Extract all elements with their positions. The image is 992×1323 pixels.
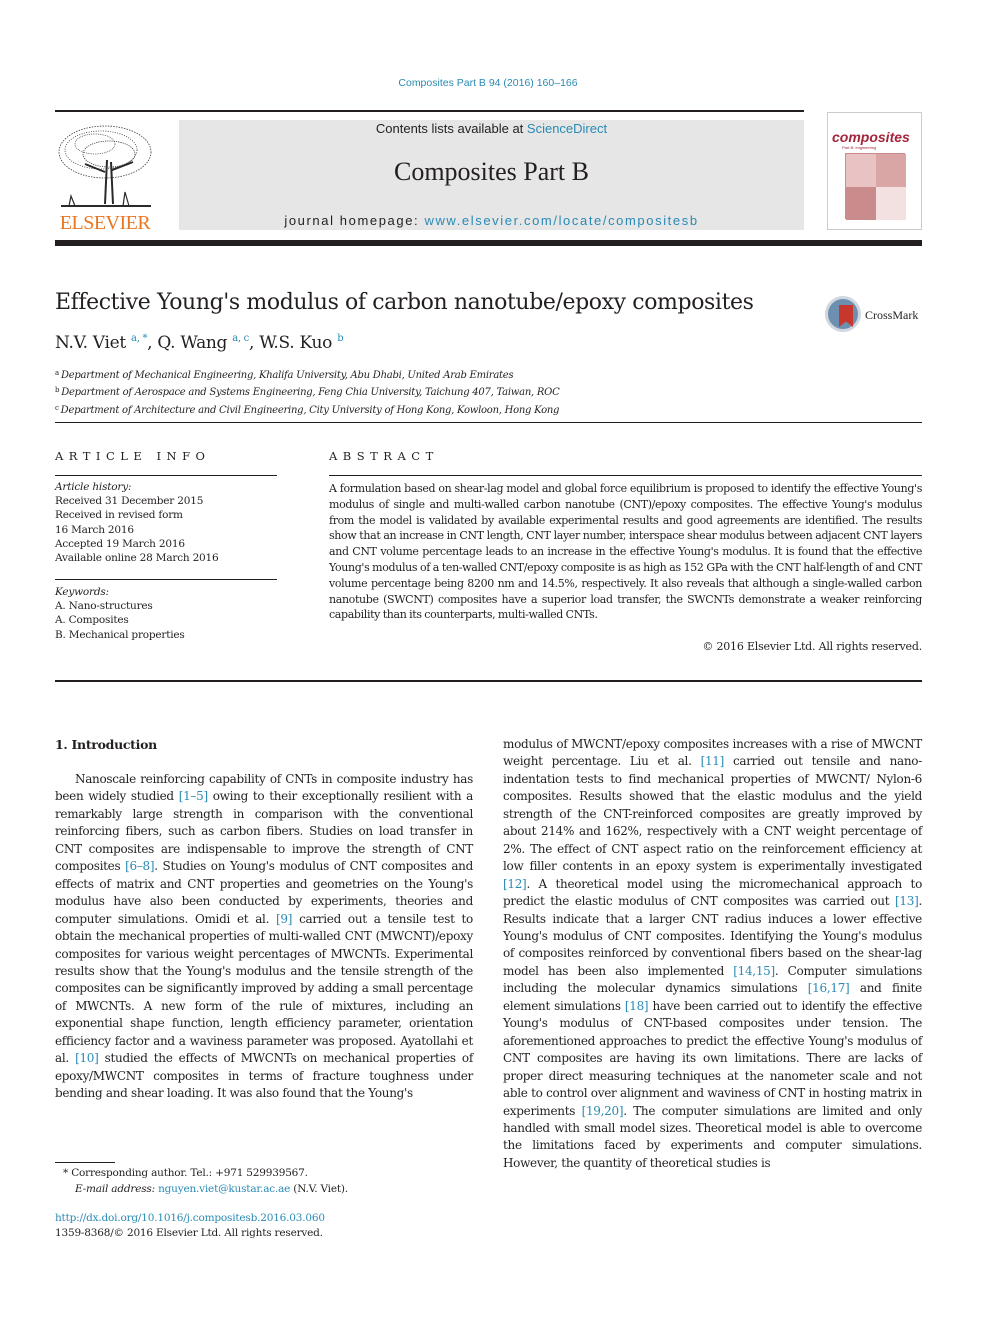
footnote-rule (55, 1162, 115, 1163)
homepage-link[interactable]: www.elsevier.com/locate/compositesb (424, 213, 698, 228)
author-affil-mark[interactable]: b (337, 333, 343, 344)
corresponding-author-note: * Corresponding author. Tel.: +971 52993… (63, 1167, 308, 1179)
abstract-text: A formulation based on shear-lag model a… (329, 482, 922, 622)
citation-link[interactable]: [11] (701, 754, 725, 768)
cover-image (845, 153, 906, 220)
keywords: Keywords: A. Nano-structures A. Composit… (55, 585, 185, 642)
citation-link[interactable]: [13] (895, 894, 919, 908)
sciencedirect-link[interactable]: ScienceDirect (527, 121, 607, 136)
affiliation: c Department of Architecture and Civil En… (55, 403, 560, 416)
body-text: have been carried out to identify the ef… (503, 998, 923, 1118)
body-text: carried out a tensile test to obtain the… (55, 911, 473, 1066)
citation-link[interactable]: [9] (276, 912, 292, 926)
header-rule (55, 110, 804, 112)
divider (329, 475, 922, 476)
author-affil-mark[interactable]: a, c (232, 333, 249, 344)
divider (55, 680, 922, 682)
citation-link[interactable]: [14,15] (733, 964, 775, 978)
citation-link[interactable]: [19,20] (582, 1104, 624, 1118)
article-title: Effective Young's modulus of carbon nano… (55, 290, 754, 315)
doi-block: http://dx.doi.org/10.1016/j.compositesb.… (55, 1211, 325, 1241)
citation-link[interactable]: [18] (625, 999, 649, 1013)
body-column-left: Nanoscale reinforcing capability of CNTs… (55, 771, 473, 1103)
elsevier-wordmark: ELSEVIER (59, 212, 151, 234)
article-info-heading: ARTICLE INFO (55, 449, 211, 463)
email-label: E-mail address: (75, 1183, 159, 1195)
issn-line: 1359-8368/© 2016 Elsevier Ltd. All right… (55, 1227, 323, 1239)
elsevier-logo[interactable]: ELSEVIER (55, 120, 155, 234)
body-text: studied the effects of MWCNTs on mechani… (55, 1051, 473, 1101)
journal-citation-link[interactable]: Composites Part B 94 (2016) 160–166 (0, 77, 976, 89)
author-affil-mark[interactable]: a, * (131, 333, 147, 344)
divider (55, 475, 277, 476)
citation-link[interactable]: [10] (75, 1051, 99, 1065)
doi-link[interactable]: http://dx.doi.org/10.1016/j.compositesb.… (55, 1212, 325, 1224)
crossmark-label: CrossMark (865, 308, 919, 322)
crossmark-button[interactable]: CrossMark (825, 296, 925, 334)
journal-banner: Contents lists available at ScienceDirec… (179, 120, 804, 230)
footnote: * Corresponding author. Tel.: +971 52993… (55, 1165, 348, 1197)
keyword: A. Composites (55, 614, 129, 627)
cover-title: composites (832, 129, 910, 145)
divider (55, 579, 277, 580)
body-column-right: modulus of MWCNT/epoxy composites increa… (503, 736, 922, 1172)
history-item: Received 31 December 2015 (55, 495, 204, 508)
keyword: A. Nano-structures (55, 600, 153, 613)
citation-link[interactable]: [12] (503, 877, 527, 891)
body-text: carried out tensile and nano-indentation… (503, 754, 922, 874)
author-name[interactable]: W.S. Kuo (259, 333, 332, 353)
abstract-heading: ABSTRACT (329, 449, 439, 463)
homepage-line: journal homepage: www.elsevier.com/locat… (179, 213, 804, 228)
affiliation: b Department of Aerospace and Systems Eng… (55, 386, 560, 399)
affiliation: a Department of Mechanical Engineering, K… (55, 369, 514, 381)
paragraph: Nanoscale reinforcing capability of CNTs… (55, 771, 473, 1103)
section-heading-introduction: 1. Introduction (55, 737, 157, 752)
journal-name: Composites Part B (393, 157, 589, 186)
contents-prefix: Contents lists available at (375, 121, 527, 136)
header-thick-rule (55, 240, 922, 246)
article-history: Article history: Received 31 December 20… (55, 480, 219, 565)
history-item: Available online 28 March 2016 (55, 552, 219, 565)
homepage-prefix: journal homepage: (284, 213, 425, 228)
email-link[interactable]: nguyen.viet@kustar.ac.ae (158, 1183, 290, 1195)
body-text: . A theoretical model using the micromec… (503, 876, 922, 909)
history-item: Received in revised form (55, 509, 183, 522)
email-line: E-mail address: nguyen.viet@kustar.ac.ae… (55, 1181, 348, 1197)
author-list: N.V. Viet a, *, Q. Wang a, c, W.S. Kuo b (55, 333, 344, 353)
keyword: B. Mechanical properties (55, 628, 185, 641)
citation-link[interactable]: [6–8] (125, 859, 154, 873)
elsevier-tree-icon (58, 125, 152, 207)
paragraph: modulus of MWCNT/epoxy composites increa… (503, 736, 922, 1172)
history-label: Article history: (55, 481, 132, 493)
abstract-copyright: © 2016 Elsevier Ltd. All rights reserved… (702, 640, 922, 653)
keywords-label: Keywords: (55, 586, 109, 598)
cover-subtitle: Part B: engineering (842, 145, 877, 150)
email-suffix: (N.V. Viet). (290, 1183, 348, 1195)
divider (55, 422, 922, 423)
journal-cover-thumbnail[interactable]: composites Part B: engineering (827, 112, 922, 230)
author-name[interactable]: Q. Wang (157, 333, 227, 353)
affiliations: a Department of Mechanical Engineering, K… (55, 366, 560, 418)
contents-line: Contents lists available at ScienceDirec… (179, 121, 804, 136)
history-item: Accepted 19 March 2016 (55, 537, 185, 550)
citation-link[interactable]: [1–5] (179, 789, 208, 803)
author-name[interactable]: N.V. Viet (55, 333, 126, 353)
history-item: 16 March 2016 (55, 523, 134, 536)
citation-link[interactable]: [16,17] (808, 981, 850, 995)
crossmark-icon (825, 296, 861, 332)
